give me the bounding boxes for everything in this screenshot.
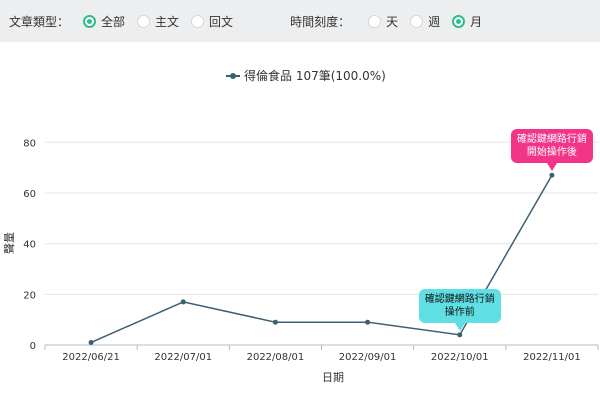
article-type-option-reply[interactable]: 回文: [191, 13, 233, 30]
y-tick-label: 60: [23, 189, 36, 200]
radio-week[interactable]: [410, 14, 424, 28]
option-label-week: 週: [428, 14, 441, 29]
article-type-options: 全部 主文 回文: [83, 13, 245, 30]
radio-all[interactable]: [83, 14, 97, 28]
chart-area: 得倫食品 107筆(100.0%) 0 20 40 60 80 2022/06/21 20…: [0, 42, 600, 400]
y-tick-label: 20: [23, 290, 36, 301]
data-point[interactable]: [457, 332, 463, 338]
chart-legend[interactable]: 得倫食品 107筆(100.0%): [226, 68, 386, 83]
x-axis-title: 日期: [322, 371, 344, 384]
y-axis-title: 聲量: [2, 232, 16, 254]
volume-line-chart: 得倫食品 107筆(100.0%) 020406080 2022/06/21 20…: [2, 68, 599, 384]
option-label-main-post: 主文: [155, 14, 180, 29]
data-point[interactable]: [549, 172, 555, 178]
option-label-month: 月: [470, 14, 483, 29]
radio-reply[interactable]: [191, 14, 205, 28]
annotation-after-campaign-start: 確認鍵網路行銷 開始操作後: [510, 129, 593, 172]
y-tick-label: 0: [30, 341, 36, 352]
option-label-reply: 回文: [209, 14, 234, 29]
x-tick-label: 2022/09/01: [339, 352, 397, 363]
time-scale-option-day[interactable]: 天: [368, 13, 398, 30]
article-type-option-main-post[interactable]: 主文: [137, 13, 179, 30]
option-label-day: 天: [386, 14, 399, 29]
time-scale-label: 時間刻度：: [290, 14, 351, 29]
article-type-option-all[interactable]: 全部: [83, 13, 125, 30]
x-axis: 2022/06/21 2022/07/01 2022/08/01 2022/09/01…: [44, 344, 599, 363]
radio-main-post[interactable]: [137, 14, 151, 28]
time-scale-option-month[interactable]: 月: [452, 13, 482, 30]
legend-label: 得倫食品 107筆(100.0%): [244, 68, 386, 83]
y-axis-ticks: 0 20 40 60 80: [23, 138, 36, 352]
y-tick-label: 80: [23, 138, 36, 149]
time-scale-option-week[interactable]: 週: [410, 13, 440, 30]
legend-marker-swatch: [230, 73, 236, 79]
x-tick-label: 2022/10/01: [431, 352, 489, 363]
radio-day[interactable]: [368, 14, 382, 28]
x-tick-label: 2022/07/01: [154, 352, 212, 363]
data-point[interactable]: [365, 319, 371, 325]
option-label-all: 全部: [101, 14, 126, 29]
x-tick-label: 2022/11/01: [523, 352, 581, 363]
article-type-label: 文章類型：: [9, 14, 70, 29]
x-tick-label: 2022/06/21: [62, 352, 120, 363]
annotation-before-campaign: 確認鍵網路行銷 操作前: [418, 288, 501, 331]
radio-month[interactable]: [452, 14, 466, 28]
y-tick-label: 40: [23, 240, 36, 251]
time-scale-options: 天 週 月: [368, 13, 494, 30]
data-point[interactable]: [88, 339, 94, 345]
x-tick-label: 2022/08/01: [247, 352, 305, 363]
grid-lines: [45, 141, 598, 295]
filter-bar: 文章類型： 全部 主文 回文 時間刻度： 天 週 月: [0, 0, 600, 42]
data-point[interactable]: [180, 299, 186, 305]
data-point[interactable]: [272, 319, 278, 325]
